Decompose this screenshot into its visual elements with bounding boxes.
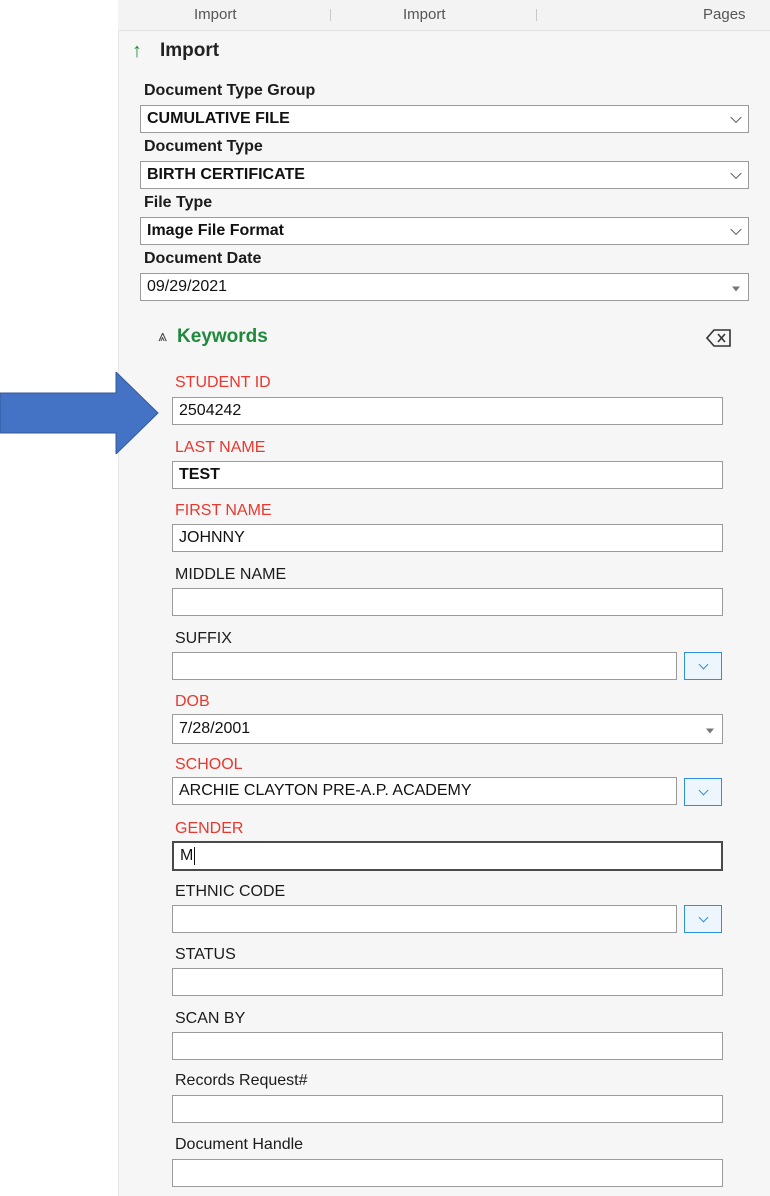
scan-by-label: SCAN BY	[175, 1010, 246, 1027]
document-type-group-label: Document Type Group	[144, 82, 316, 99]
school-dropdown-button[interactable]	[684, 778, 722, 806]
suffix-label: SUFFIX	[175, 630, 232, 647]
document-handle-label: Document Handle	[175, 1136, 304, 1153]
tab-import-2[interactable]: Import	[403, 6, 446, 23]
first-name-label: FIRST NAME	[175, 502, 272, 519]
student-id-field[interactable]: 2504242	[172, 397, 723, 425]
first-name-value: JOHNNY	[179, 529, 245, 546]
document-date-label: Document Date	[144, 250, 262, 267]
document-type-select[interactable]: BIRTH CERTIFICATE	[140, 161, 749, 189]
middle-name-label: MIDDLE NAME	[175, 566, 287, 583]
file-type-label: File Type	[144, 194, 213, 211]
tab-divider	[536, 9, 537, 21]
blue-right-arrow	[0, 372, 159, 454]
clear-backspace-icon[interactable]	[706, 328, 732, 348]
dob-label: DOB	[175, 693, 210, 710]
double-chevron-up-icon: ⩓	[158, 328, 168, 345]
scan-by-field[interactable]	[172, 1032, 723, 1060]
last-name-field[interactable]: TEST	[172, 461, 723, 489]
gender-label: GENDER	[175, 820, 244, 837]
status-label: STATUS	[175, 946, 236, 963]
records-request-label: Records Request#	[175, 1072, 308, 1089]
document-type-group-select[interactable]: CUMULATIVE FILE	[140, 105, 749, 133]
last-name-label: LAST NAME	[175, 439, 266, 456]
ethnic-code-label: ETHNIC CODE	[175, 883, 286, 900]
chevron-down-icon	[698, 912, 709, 923]
middle-name-field[interactable]	[172, 588, 723, 616]
document-date-value: 09/29/2021	[147, 278, 228, 295]
last-name-value: TEST	[179, 466, 220, 483]
suffix-field[interactable]	[172, 652, 677, 680]
tab-pages[interactable]: Pages	[703, 6, 746, 23]
chevron-down-icon	[730, 223, 742, 236]
section-title: Import	[160, 40, 220, 61]
dob-date-picker[interactable]: 7/28/2001	[172, 714, 723, 744]
document-type-group-value: CUMULATIVE FILE	[147, 110, 290, 127]
school-value: ARCHIE CLAYTON PRE-A.P. ACADEMY	[179, 782, 472, 799]
file-type-select[interactable]: Image File Format	[140, 217, 749, 245]
gender-value: M	[180, 847, 194, 864]
tab-divider	[330, 9, 331, 21]
chevron-down-icon	[730, 167, 742, 180]
chevron-down-icon	[698, 659, 709, 670]
records-request-field[interactable]	[172, 1095, 723, 1123]
tab-import-1[interactable]: Import	[194, 6, 237, 23]
keywords-title: Keywords	[177, 326, 268, 347]
up-arrow-icon: ↑	[132, 39, 142, 62]
import-section-header[interactable]: ↑ Import	[132, 36, 219, 66]
school-field[interactable]: ARCHIE CLAYTON PRE-A.P. ACADEMY	[172, 777, 677, 805]
file-type-value: Image File Format	[147, 222, 284, 239]
school-label: SCHOOL	[175, 756, 243, 773]
dropdown-triangle-icon	[732, 286, 740, 292]
student-id-value: 2504242	[179, 402, 242, 419]
status-field[interactable]	[172, 968, 723, 996]
ethnic-code-field[interactable]	[172, 905, 677, 933]
dob-value: 7/28/2001	[179, 720, 251, 737]
student-id-label: STUDENT ID	[175, 374, 271, 391]
document-type-value: BIRTH CERTIFICATE	[147, 166, 305, 183]
suffix-dropdown-button[interactable]	[684, 652, 722, 680]
dropdown-triangle-icon	[706, 728, 714, 734]
ethnic-code-dropdown-button[interactable]	[684, 905, 722, 933]
chevron-down-icon	[730, 111, 742, 124]
gender-field[interactable]: M	[172, 841, 723, 871]
chevron-down-icon	[698, 785, 709, 796]
first-name-field[interactable]: JOHNNY	[172, 524, 723, 552]
document-date-picker[interactable]: 09/29/2021	[140, 273, 749, 301]
document-handle-field[interactable]	[172, 1159, 723, 1187]
keywords-header[interactable]: ⩓ Keywords	[158, 326, 268, 348]
tab-strip: Import Import Pages	[118, 0, 770, 31]
text-caret	[194, 847, 196, 865]
document-type-label: Document Type	[144, 138, 263, 155]
